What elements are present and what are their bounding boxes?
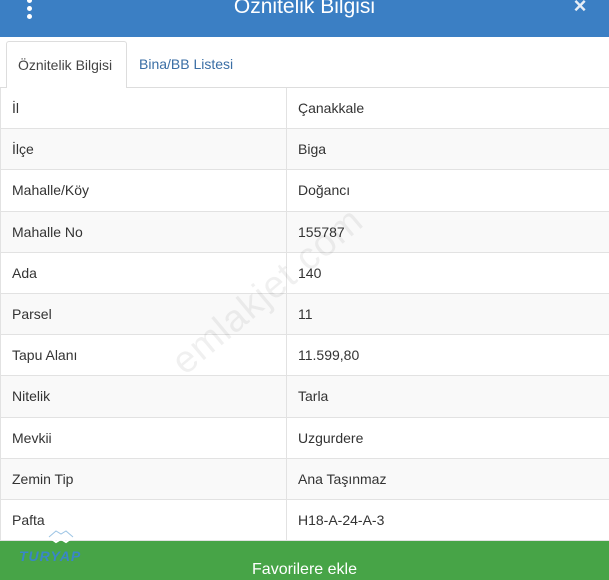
close-icon[interactable]: × <box>569 0 591 18</box>
tab-bar: Öznitelik Bilgisi Bina/BB Listesi <box>0 37 609 89</box>
row-value: 140 <box>298 264 322 281</box>
row-label: İl <box>12 100 19 116</box>
table-row: İlçe Biga <box>0 129 609 171</box>
table-row: İl Çanakkale <box>0 88 609 130</box>
table-row: Mahalle No 155787 <box>0 211 609 253</box>
tab-oznitelik-bilgisi[interactable]: Öznitelik Bilgisi <box>6 41 127 89</box>
tab-bina-bb-listesi[interactable]: Bina/BB Listesi <box>128 41 244 89</box>
column-divider <box>286 458 287 500</box>
column-divider <box>286 170 287 212</box>
table-row: Nitelik Tarla <box>0 376 609 418</box>
row-value: H18-A-24-A-3 <box>298 511 385 528</box>
table-row: Zemin Tip Ana Taşınmaz <box>0 458 609 500</box>
row-value: Biga <box>298 141 327 158</box>
column-divider <box>286 499 287 541</box>
row-value: 11 <box>298 305 313 322</box>
row-value: Ana Taşınmaz <box>298 470 387 487</box>
column-divider <box>286 293 287 335</box>
row-value: 155787 <box>298 223 345 240</box>
row-label: Pafta <box>12 511 45 528</box>
row-label: Zemin Tip <box>12 470 74 487</box>
table-row: Mevkii Uzgurdere <box>0 417 609 459</box>
row-value: Tarla <box>298 388 329 405</box>
table-row: Ada 140 <box>0 252 609 294</box>
attribute-table: İl Çanakkale İlçe Biga Mahalle/Köy Doğan… <box>0 88 609 542</box>
row-label: Nitelik <box>12 388 51 405</box>
row-label: Ada <box>12 264 37 281</box>
row-label: Mevkii <box>12 429 52 446</box>
column-divider <box>286 88 287 129</box>
row-label: Mahalle/Köy <box>12 182 90 199</box>
column-divider <box>286 335 287 377</box>
table-row: Tapu Alanı 11.599,80 <box>0 335 609 377</box>
row-label: Mahalle No <box>12 223 83 240</box>
column-divider <box>286 211 287 253</box>
row-value: 11.599,80 <box>298 347 360 364</box>
column-divider <box>286 417 287 459</box>
table-row: Pafta H18-A-24-A-3 <box>0 499 609 542</box>
table-row: Parsel 11 <box>0 293 609 336</box>
row-label: İlçe <box>12 141 34 158</box>
row-label: Parsel <box>12 305 52 322</box>
column-divider <box>286 129 287 171</box>
modal-header: Öznitelik Bilgisi × <box>0 0 609 37</box>
row-value: Çanakkale <box>298 100 365 116</box>
row-value: Uzgurdere <box>298 429 364 446</box>
add-to-favorites-button[interactable]: Favorilere ekle <box>0 541 609 580</box>
column-divider <box>286 376 287 418</box>
row-value: Doğancı <box>298 182 351 199</box>
table-row: Mahalle/Köy Doğancı <box>0 170 609 212</box>
column-divider <box>286 252 287 294</box>
modal-title: Öznitelik Bilgisi <box>233 0 376 18</box>
row-label: Tapu Alanı <box>12 347 78 364</box>
